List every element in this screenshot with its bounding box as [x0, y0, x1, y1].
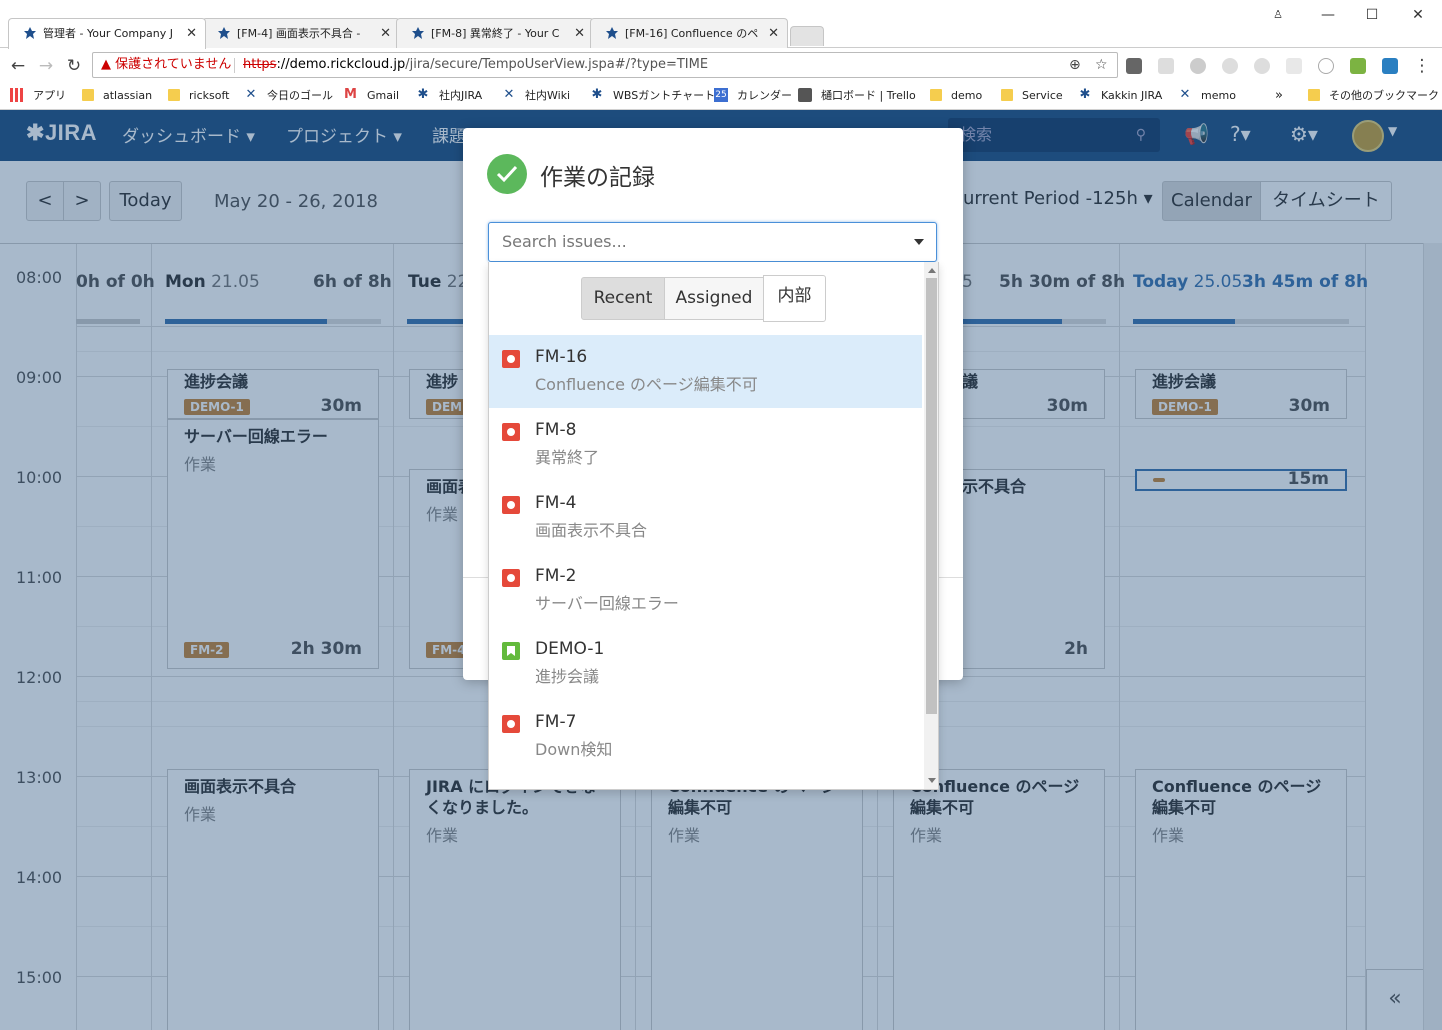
bookmarks-bar: アプリ atlassian ricksoft ✕ 今日のゴール M Gmail ✱ 社…	[0, 84, 1442, 110]
folder-icon	[1308, 89, 1320, 101]
browser-tab-admin[interactable]: 管理者 - Your Company J ✕	[8, 18, 206, 49]
extension-icon[interactable]	[1286, 58, 1302, 74]
window-close-icon[interactable]: ✕	[1398, 4, 1438, 28]
browser-tab-fm4[interactable]: [FM-4] 画面表示不具合 - ✕	[202, 18, 400, 48]
tab-title: 管理者 - Your Company J	[43, 27, 174, 40]
tab-title: [FM-16] Confluence のペ	[625, 27, 759, 40]
bookmark-wiki[interactable]: ✕ 社内Wiki	[502, 84, 571, 108]
jira-favicon-icon	[412, 27, 424, 39]
bookmark-atlassian[interactable]: atlassian	[82, 84, 152, 108]
issue-search-input[interactable]: Search issues...	[488, 222, 937, 262]
list-item[interactable]: FM-2 サーバー回線エラー	[489, 554, 922, 627]
bug-icon	[502, 569, 520, 587]
list-item[interactable]: FM-16 Confluence のページ編集不可	[489, 335, 922, 408]
tab-close-icon[interactable]: ✕	[768, 19, 779, 48]
tab-internal[interactable]: 内部	[763, 275, 826, 322]
confluence-icon: ✕	[503, 87, 515, 102]
user-profile-icon[interactable]: ♙	[1258, 4, 1298, 28]
maximize-icon[interactable]: ☐	[1352, 4, 1392, 28]
jira-icon: ✱	[417, 87, 429, 102]
bookmark-demo[interactable]: demo	[930, 84, 982, 108]
drive-extension-icon[interactable]	[1190, 58, 1206, 74]
bookmark-memo[interactable]: ✕ memo	[1178, 84, 1236, 108]
bookmarks-more-icon[interactable]: »	[1275, 84, 1283, 108]
bug-icon	[502, 350, 520, 368]
chat-extension-icon[interactable]	[1318, 58, 1334, 74]
browser-tab-fm8[interactable]: [FM-8] 異常終了 - Your C ✕	[396, 18, 594, 48]
confluence-icon: ✕	[1179, 87, 1191, 102]
calendar-icon: 25	[714, 88, 728, 102]
apps-grid-icon	[10, 88, 24, 102]
extension-icon[interactable]	[1254, 58, 1270, 74]
list-item[interactable]: DEMO-1 進捗会議	[489, 627, 922, 700]
folder-icon	[168, 89, 180, 101]
browser-tab-fm16[interactable]: [FM-16] Confluence のペ ✕	[590, 18, 788, 48]
jira-favicon-icon	[218, 27, 230, 39]
bug-icon	[502, 715, 520, 733]
dropdown-caret-icon[interactable]	[914, 239, 924, 245]
tab-close-icon[interactable]: ✕	[186, 19, 197, 48]
jira-favicon-icon	[24, 27, 36, 39]
bookmark-goal[interactable]: ✕ 今日のゴール	[244, 84, 333, 108]
tab-close-icon[interactable]: ✕	[574, 19, 585, 48]
issue-dropdown: Recent Assigned 内部 FM-16 Confluence のページ…	[488, 262, 939, 790]
forward-arrow-icon[interactable]: →	[34, 55, 58, 77]
list-item[interactable]: FM-4 画面表示不具合	[489, 481, 922, 554]
folder-icon	[1001, 89, 1013, 101]
extension-icon[interactable]	[1382, 58, 1398, 74]
security-warning[interactable]: ▲ 保護されていません	[101, 53, 231, 77]
warning-triangle-icon: ▲	[101, 57, 111, 72]
back-arrow-icon[interactable]: ←	[6, 55, 30, 77]
extension-icon[interactable]	[1126, 58, 1142, 74]
browser-titlebar: 管理者 - Your Company J ✕ [FM-4] 画面表示不具合 - …	[0, 0, 1442, 49]
tab-title: [FM-8] 異常終了 - Your C	[431, 27, 560, 40]
reload-icon[interactable]: ↻	[62, 55, 86, 77]
bookmark-kakkin-jira[interactable]: ✱ Kakkin JIRA	[1078, 84, 1163, 108]
bookmark-wbs[interactable]: ✱ WBSガントチャート	[590, 84, 716, 108]
jira-favicon-icon	[606, 27, 618, 39]
pdf-extension-icon[interactable]	[1158, 58, 1174, 74]
tab-assigned[interactable]: Assigned	[664, 277, 764, 320]
dropdown-scrollbar[interactable]	[924, 262, 938, 789]
bookmark-apps[interactable]: アプリ	[10, 84, 66, 108]
scroll-down-icon[interactable]	[928, 778, 936, 783]
url-field[interactable]: ▲ 保護されていません https://demo.rickcloud.jp/ji…	[92, 52, 1118, 78]
new-tab-button[interactable]	[790, 26, 824, 46]
bookmark-jira[interactable]: ✱ 社内JIRA	[416, 84, 483, 108]
bug-icon	[502, 496, 520, 514]
tab-recent[interactable]: Recent	[581, 277, 665, 320]
checkmark-icon	[487, 154, 527, 194]
jira-icon: ✱	[591, 87, 603, 102]
list-item[interactable]: FM-7 Down検知	[489, 700, 922, 773]
bookmark-other[interactable]: その他のブックマーク	[1308, 84, 1439, 108]
address-toolbar: ← → ↻ ▲ 保護されていません https://demo.rickcloud…	[0, 48, 1442, 84]
jira-icon: ✱	[1079, 87, 1091, 102]
bookmark-trello[interactable]: 樋口ボード | Trello	[798, 84, 916, 108]
bookmark-calendar[interactable]: 25 カレンダー	[714, 84, 792, 108]
folder-icon	[82, 89, 94, 101]
tab-close-icon[interactable]: ✕	[380, 19, 391, 48]
bookmark-service[interactable]: Service	[1001, 84, 1063, 108]
story-icon	[502, 642, 520, 660]
dialog-title: 作業の記録	[540, 165, 655, 191]
zoom-icon[interactable]: ⊕	[1069, 53, 1081, 77]
bookmark-gmail[interactable]: M Gmail	[344, 84, 399, 108]
tab-title: [FM-4] 画面表示不具合 -	[237, 27, 361, 40]
bug-icon	[502, 423, 520, 441]
bookmark-star-icon[interactable]: ☆	[1095, 53, 1108, 77]
minimize-icon[interactable]: —	[1308, 4, 1348, 28]
bookmark-ricksoft[interactable]: ricksoft	[168, 84, 229, 108]
chrome-menu-icon[interactable]: ⋮	[1410, 55, 1434, 77]
url-text: https://demo.rickcloud.jp/jira/secure/Te…	[243, 57, 709, 72]
extension-icon[interactable]	[1350, 58, 1366, 74]
folder-icon	[930, 89, 942, 101]
extension-icon[interactable]	[1222, 58, 1238, 74]
gmail-icon: M	[344, 87, 357, 102]
trello-icon	[798, 88, 812, 102]
scroll-thumb[interactable]	[926, 278, 937, 714]
confluence-icon: ✕	[245, 87, 257, 102]
scroll-up-icon[interactable]	[928, 268, 936, 273]
list-item[interactable]: FM-8 異常終了	[489, 408, 922, 481]
